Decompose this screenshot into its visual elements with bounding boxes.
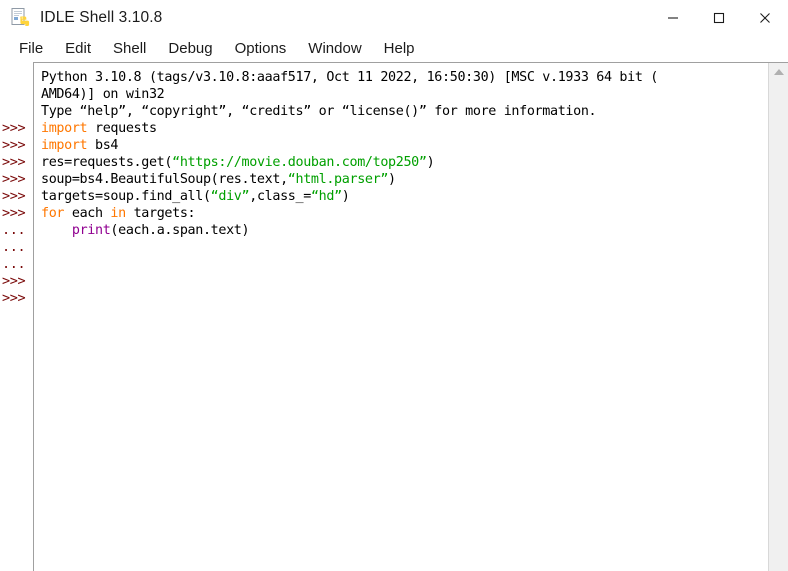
code-token-def: ,class_= <box>249 189 311 204</box>
code-token-def <box>41 223 72 238</box>
code-token-def: ) <box>388 172 396 187</box>
code-token-def: soup=bs4.BeautifulSoup(res.text, <box>41 172 288 187</box>
shell-code-lines: Python 3.10.8 (tags/v3.10.8:aaaf517, Oct… <box>34 69 788 307</box>
prompt-blank <box>0 69 33 86</box>
minimize-button[interactable] <box>650 0 696 36</box>
code-token-def: (each.a.span.text) <box>110 223 250 238</box>
close-button[interactable] <box>742 0 788 36</box>
window-title: IDLE Shell 3.10.8 <box>40 9 163 26</box>
window-controls <box>650 0 788 36</box>
python-file-icon <box>9 7 31 29</box>
prompt-blank <box>0 103 33 120</box>
shell-area: >>> >>> >>> >>> >>> >>>......... >>> >>> Python… <box>0 62 788 571</box>
menubar: File Edit Shell Debug Options Window Hel… <box>0 36 788 62</box>
menu-item-edit[interactable]: Edit <box>55 38 101 60</box>
code-token-str: “hd” <box>310 189 342 204</box>
prompt-marker: ... <box>2 256 26 272</box>
shell-line: for each in targets: <box>34 205 788 222</box>
prompt-marker: >>> <box>2 154 26 170</box>
prompt-marker: >>> <box>2 205 26 221</box>
code-token-def: requests <box>87 121 157 136</box>
prompt-marker: ... <box>2 222 26 238</box>
menu-item-debug[interactable]: Debug <box>158 38 222 60</box>
shell-line: targets=soup.find_all(“div”,class_=“hd”) <box>34 188 788 205</box>
code-token-str: “div” <box>210 189 250 204</box>
vertical-scrollbar[interactable] <box>768 63 788 571</box>
code-token-def: each <box>64 206 111 221</box>
code-token-kw: import <box>41 138 88 153</box>
code-token-def: ) <box>426 155 435 170</box>
code-token-def: Python 3.10.8 (tags/v3.10.8:aaaf517, Oct… <box>41 70 658 85</box>
prompt-marker: >>> <box>2 137 26 153</box>
scroll-up-arrow-icon[interactable] <box>769 63 788 81</box>
code-token-kw: in <box>110 206 126 221</box>
shell-output-textpane[interactable]: Python 3.10.8 (tags/v3.10.8:aaaf517, Oct… <box>33 62 788 571</box>
menu-item-file[interactable]: File <box>9 38 53 60</box>
code-token-def: AMD64)] on win32 <box>41 87 165 102</box>
prompt-marker: >>> <box>2 171 26 187</box>
shell-line: res=requests.get(“https://movie.douban.c… <box>34 154 788 171</box>
idle-shell-window: IDLE Shell 3.10.8 File Edit Shell Debug … <box>0 0 788 571</box>
shell-line: Type “help”, “copyright”, “credits” or “… <box>34 103 788 120</box>
titlebar: IDLE Shell 3.10.8 <box>0 0 788 36</box>
code-token-def: res=requests.get( <box>41 155 173 170</box>
maximize-button[interactable] <box>696 0 742 36</box>
shell-line: import bs4 <box>34 137 788 154</box>
shell-line: print(each.a.span.text) <box>34 222 788 239</box>
prompt-marker: ... <box>2 239 26 255</box>
code-token-def: ) <box>341 189 350 204</box>
prompt-marker: >>> <box>2 273 26 289</box>
prompt-marker: >>> <box>2 120 26 136</box>
code-token-def: bs4 <box>87 138 119 153</box>
menu-item-shell[interactable]: Shell <box>103 38 156 60</box>
shell-line: AMD64)] on win32 <box>34 86 788 103</box>
menu-item-help[interactable]: Help <box>374 38 425 60</box>
code-token-str: “html.parser” <box>287 172 389 187</box>
prompt-blank <box>0 86 33 103</box>
shell-line: import requests <box>34 120 788 137</box>
prompt-marker: >>> <box>2 290 26 306</box>
shell-line: Python 3.10.8 (tags/v3.10.8:aaaf517, Oct… <box>34 69 788 86</box>
menu-item-options[interactable]: Options <box>225 38 297 60</box>
shell-line: soup=bs4.BeautifulSoup(res.text,“html.pa… <box>34 171 788 188</box>
code-token-bi: print <box>71 223 111 238</box>
code-token-def: Type “help”, “copyright”, “credits” or “… <box>41 104 597 119</box>
code-token-str: “https://movie.douban.com/top250” <box>172 155 427 170</box>
code-token-kw: for <box>41 206 65 221</box>
code-token-def: targets: <box>125 206 196 221</box>
code-token-def: targets=soup.find_all( <box>41 189 211 204</box>
code-token-kw: import <box>41 121 88 136</box>
menu-item-window[interactable]: Window <box>298 38 371 60</box>
prompt-gutter: >>> >>> >>> >>> >>> >>>......... >>> >>> <box>0 62 33 571</box>
prompt-marker: >>> <box>2 188 26 204</box>
